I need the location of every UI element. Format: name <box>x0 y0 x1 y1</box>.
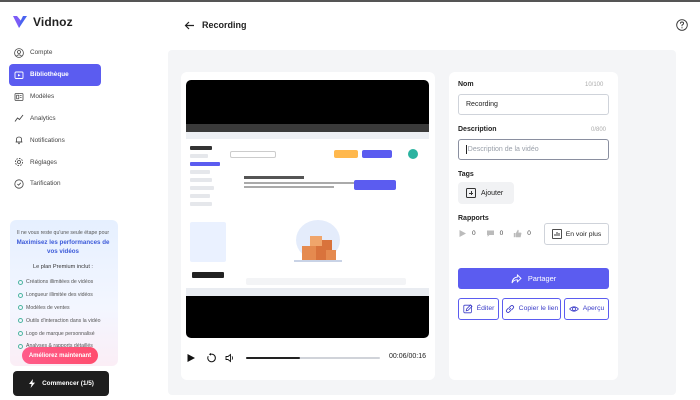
lightning-icon <box>29 379 36 388</box>
promo-feature: Créations illimitées de vidéos <box>18 276 118 289</box>
templates-icon <box>14 92 24 101</box>
sidebar-item-modeles[interactable]: Modèles <box>9 86 101 108</box>
share-icon <box>511 273 522 283</box>
bell-icon <box>15 136 23 145</box>
sidebar: Vidnoz Compte Bibliothèque Modèles Analy… <box>0 2 118 400</box>
add-tag-label: Ajouter <box>481 189 504 197</box>
video-time: 00:06/00:16 <box>389 353 426 360</box>
sidebar-item-label: Compte <box>30 49 53 57</box>
copy-link-button[interactable]: Copier le lien <box>502 298 561 320</box>
user-icon <box>14 48 24 58</box>
link-icon <box>505 305 514 313</box>
promo-intro: Il ne vous reste qu'une seule étape pour <box>16 230 110 236</box>
see-more-label: En voir plus <box>565 230 602 238</box>
description-label: Description <box>458 126 497 133</box>
video-controls: 00:06/00:16 <box>186 351 430 365</box>
share-label: Partager <box>527 274 557 283</box>
promo-feature: Outils d'interaction dans la vidéo <box>18 314 118 327</box>
check-circle-icon <box>18 318 23 324</box>
sidebar-item-label: Tarification <box>30 180 61 188</box>
sidebar-item-label: Notifications <box>30 136 65 144</box>
add-icon <box>466 188 476 198</box>
preview-label: Aperçu <box>582 305 605 313</box>
sidebar-item-label: Analytics <box>30 114 56 122</box>
empty-library-illustration <box>294 220 342 262</box>
promo-subtitle: Le plan Premium inclut : <box>32 264 93 270</box>
description-placeholder: Description de la vidéo <box>467 146 539 153</box>
name-label: Nom <box>458 81 474 88</box>
video-progress-bar[interactable] <box>246 357 380 359</box>
sidebar-item-bibliotheque[interactable]: Bibliothèque <box>9 63 101 86</box>
name-field[interactable]: Recording <box>458 94 609 115</box>
preview-button[interactable]: Aperçu <box>564 298 609 320</box>
replay-icon[interactable] <box>206 353 216 363</box>
see-more-button[interactable]: En voir plus <box>544 223 609 245</box>
edit-label: Éditer <box>476 305 495 313</box>
check-circle-icon <box>18 343 23 349</box>
check-circle-icon <box>18 305 23 311</box>
page-title: Recording <box>202 20 247 30</box>
comments-stat: 0 <box>486 229 504 238</box>
eye-icon <box>568 306 579 312</box>
play-icon <box>459 230 466 237</box>
views-count: 0 <box>472 230 476 237</box>
sidebar-item-label: Réglages <box>30 158 58 166</box>
sidebar-item-analytics[interactable]: Analytics <box>9 108 101 130</box>
likes-stat: 0 <box>513 229 531 238</box>
sidebar-item-notifications[interactable]: Notifications <box>9 129 101 151</box>
volume-icon[interactable] <box>225 353 235 363</box>
comment-icon <box>486 230 494 237</box>
gear-icon <box>14 158 24 167</box>
tags-label: Tags <box>458 171 474 178</box>
edit-icon <box>463 304 473 314</box>
start-onboarding-label: Commencer (1/5) <box>42 380 94 387</box>
name-field-value: Recording <box>466 101 498 108</box>
video-frame <box>186 124 429 296</box>
name-char-count: 10/100 <box>585 82 604 88</box>
sidebar-item-reglages[interactable]: Réglages <box>9 151 101 173</box>
report-stats: 0 0 0 <box>458 229 537 238</box>
promo-title: Maximisez les performances de vos vidéos <box>16 239 110 255</box>
comments-count: 0 <box>499 230 504 237</box>
share-button[interactable]: Partager <box>458 268 609 289</box>
description-char-count: 0/800 <box>591 127 607 133</box>
sidebar-nav: Compte Bibliothèque Modèles Analytics No… <box>9 42 101 195</box>
back-arrow-icon[interactable] <box>184 20 195 31</box>
library-icon <box>14 71 24 79</box>
brand-logo[interactable]: Vidnoz <box>12 14 73 30</box>
analytics-chart-icon <box>551 229 562 239</box>
promo-feature: Longueur illimitée des vidéos <box>18 289 118 302</box>
promo-feature-list: Créations illimitées de vidéos Longueur … <box>18 276 118 353</box>
edit-button[interactable]: Éditer <box>458 298 499 320</box>
reports-label: Rapports <box>458 215 489 222</box>
brand-name: Vidnoz <box>33 15 73 29</box>
video-progress-fill <box>246 357 300 359</box>
thumbs-up-icon <box>514 229 522 238</box>
sidebar-item-label: Bibliothèque <box>30 71 69 79</box>
add-tag-button[interactable]: Ajouter <box>458 182 514 204</box>
sidebar-item-label: Modèles <box>30 93 55 101</box>
upgrade-now-button[interactable]: Améliorez maintenant <box>22 347 98 364</box>
check-circle-icon <box>18 331 23 337</box>
check-circle-icon <box>18 292 23 298</box>
sidebar-item-compte[interactable]: Compte <box>9 42 101 64</box>
promo-feature: Logo de marque personnalisé <box>18 327 118 340</box>
check-circle-icon <box>18 279 23 285</box>
play-icon[interactable] <box>186 353 196 363</box>
premium-promo-card: Il ne vous reste qu'une seule étape pour… <box>10 220 118 366</box>
sidebar-item-tarification[interactable]: Tarification <box>9 173 101 195</box>
pricing-icon <box>14 179 24 189</box>
description-field[interactable]: Description de la vidéo <box>458 139 609 160</box>
help-icon[interactable] <box>676 19 688 31</box>
likes-count: 0 <box>527 230 531 237</box>
video-player[interactable] <box>186 80 429 338</box>
vidnoz-logo-icon <box>13 16 27 28</box>
copy-link-label: Copier le lien <box>518 305 559 313</box>
promo-feature: Modèles de ventes <box>18 302 118 315</box>
start-onboarding-button[interactable]: Commencer (1/5) <box>13 371 109 396</box>
text-caret <box>466 145 467 154</box>
analytics-icon <box>14 115 24 123</box>
views-stat: 0 <box>458 229 476 238</box>
